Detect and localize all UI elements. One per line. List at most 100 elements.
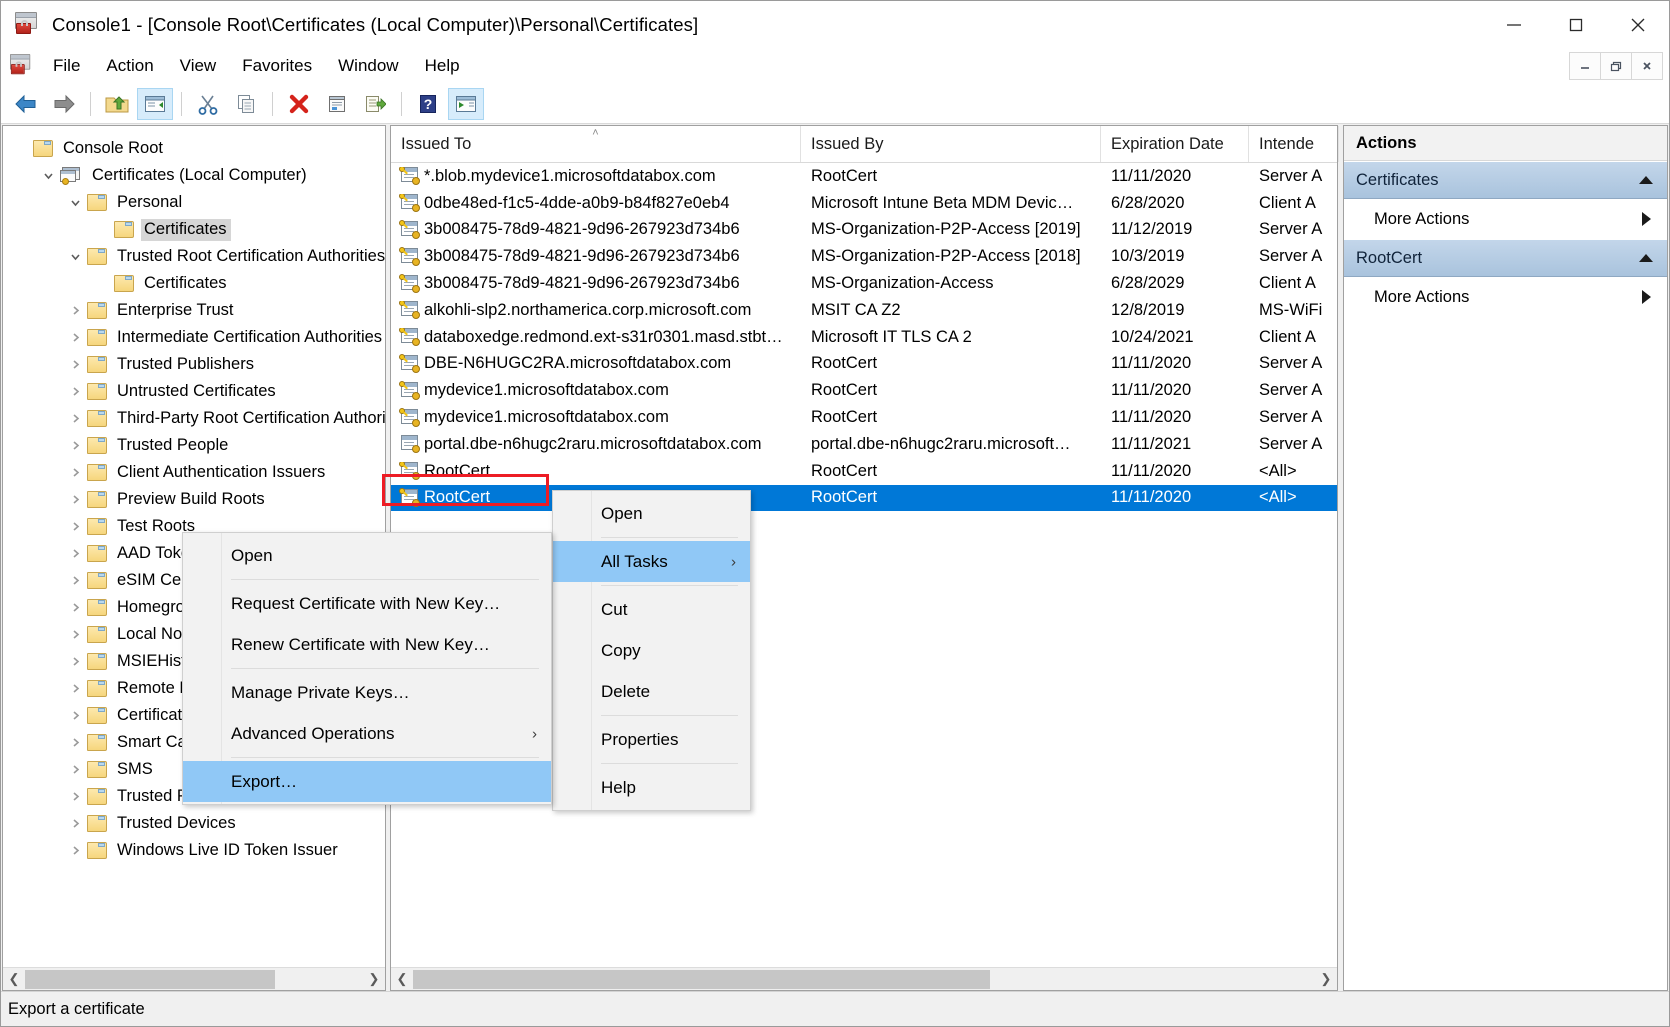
properties-icon[interactable] xyxy=(319,88,355,120)
chevron-right-icon[interactable] xyxy=(63,297,87,324)
tree-node[interactable]: Preview Build Roots xyxy=(3,486,385,513)
chevron-right-icon[interactable] xyxy=(63,594,87,621)
actions-group-certificates[interactable]: Certificates xyxy=(1344,161,1667,199)
tree-scroll-track[interactable] xyxy=(25,968,363,990)
list-scroll-track[interactable] xyxy=(413,968,1315,990)
menu-favorites[interactable]: Favorites xyxy=(229,48,325,84)
actions-rootcert-more-actions[interactable]: More Actions xyxy=(1344,277,1667,317)
chevron-right-icon[interactable] xyxy=(63,513,87,540)
table-row[interactable]: mydevice1.microsoftdatabox.com RootCert 11… xyxy=(391,377,1337,404)
column-header[interactable]: Intende xyxy=(1249,126,1339,162)
table-row[interactable]: RootCert RootCert 11/11/2020 <All> xyxy=(391,458,1337,485)
tree-node[interactable]: Third-Party Root Certification Authoriti… xyxy=(3,405,385,432)
tree-horizontal-scrollbar[interactable]: ❮ ❯ xyxy=(3,967,385,990)
back-icon[interactable] xyxy=(8,88,44,120)
tree-scroll-thumb[interactable] xyxy=(25,969,276,989)
mdi-close-button[interactable] xyxy=(1631,52,1663,80)
up-one-level-icon[interactable] xyxy=(99,88,135,120)
table-row[interactable]: alkohli-slp2.northamerica.corp.microsoft… xyxy=(391,297,1337,324)
certificate-context-menu[interactable]: Open All Tasks › Cut Copy Delete Properties Hel… xyxy=(552,490,751,811)
menu-window[interactable]: Window xyxy=(325,48,411,84)
chevron-right-icon[interactable] xyxy=(63,540,87,567)
tree-node[interactable]: Certificates xyxy=(3,216,385,243)
table-row[interactable]: 3b008475-78d9-4821-9d96-267923d734b6 MS-O… xyxy=(391,243,1337,270)
menu-file[interactable]: File xyxy=(40,48,93,84)
chevron-down-icon[interactable] xyxy=(36,162,60,189)
tree-node[interactable]: Trusted Devices xyxy=(3,810,385,837)
chevron-right-icon[interactable] xyxy=(63,486,87,513)
column-header[interactable]: Issued By xyxy=(801,126,1101,162)
chevron-right-icon[interactable] xyxy=(63,675,87,702)
menu-view[interactable]: View xyxy=(167,48,230,84)
chevron-right-icon[interactable] xyxy=(63,324,87,351)
chevron-right-icon[interactable] xyxy=(63,621,87,648)
menu-help[interactable]: Help xyxy=(412,48,473,84)
context-menu-item[interactable]: Cut xyxy=(553,589,750,630)
chevron-down-icon[interactable] xyxy=(63,189,87,216)
scroll-right-icon[interactable]: ❯ xyxy=(363,969,385,990)
table-row[interactable]: 0dbe48ed-f1c5-4dde-a0b9-b84f827e0eb4 Micr… xyxy=(391,190,1337,217)
export-list-icon[interactable] xyxy=(357,88,393,120)
context-menu-item[interactable]: Renew Certificate with New Key… xyxy=(183,624,551,665)
chevron-up-icon[interactable] xyxy=(1639,254,1653,262)
mdi-restore-button[interactable] xyxy=(1600,52,1632,80)
table-row[interactable]: 3b008475-78d9-4821-9d96-267923d734b6 MS-O… xyxy=(391,217,1337,244)
close-button[interactable] xyxy=(1607,1,1669,48)
tree-node[interactable]: Trusted People xyxy=(3,432,385,459)
context-menu-item[interactable]: Help xyxy=(553,767,750,808)
tree-node[interactable]: Untrusted Certificates xyxy=(3,378,385,405)
scroll-left-icon[interactable]: ❮ xyxy=(391,969,413,990)
context-menu-item[interactable]: Export… xyxy=(183,761,551,802)
table-row[interactable]: RootCert RootCert 11/11/2020 <All> xyxy=(391,484,1337,512)
delete-icon[interactable] xyxy=(281,88,317,120)
chevron-right-icon[interactable] xyxy=(63,756,87,783)
chevron-right-icon[interactable] xyxy=(63,351,87,378)
tree-node[interactable]: Windows Live ID Token Issuer xyxy=(3,837,385,864)
copy-icon[interactable] xyxy=(228,88,264,120)
context-menu-item[interactable]: Delete xyxy=(553,671,750,712)
context-menu-item[interactable]: Manage Private Keys… xyxy=(183,672,551,713)
scroll-right-icon[interactable]: ❯ xyxy=(1315,969,1337,990)
minimize-button[interactable] xyxy=(1483,1,1545,48)
resize-grip-icon[interactable] xyxy=(1645,998,1667,1020)
chevron-up-icon[interactable] xyxy=(1639,176,1653,184)
tree-node[interactable]: Trusted Root Certification Authorities xyxy=(3,243,385,270)
forward-icon[interactable] xyxy=(46,88,82,120)
tree-node[interactable]: Trusted Publishers xyxy=(3,351,385,378)
context-menu-item[interactable]: Request Certificate with New Key… xyxy=(183,583,551,624)
context-menu-item[interactable]: All Tasks › xyxy=(553,541,750,582)
scroll-left-icon[interactable]: ❮ xyxy=(3,969,25,990)
chevron-right-icon[interactable] xyxy=(63,729,87,756)
chevron-right-icon[interactable] xyxy=(1642,212,1651,226)
chevron-right-icon[interactable] xyxy=(63,783,87,810)
menu-action[interactable]: Action xyxy=(93,48,166,84)
chevron-right-icon[interactable] xyxy=(63,405,87,432)
chevron-right-icon[interactable] xyxy=(63,702,87,729)
chevron-right-icon[interactable] xyxy=(63,567,87,594)
maximize-button[interactable] xyxy=(1545,1,1607,48)
table-row[interactable]: mydevice1.microsoftdatabox.com RootCert 11… xyxy=(391,404,1337,431)
list-scroll-thumb[interactable] xyxy=(413,969,991,989)
list-horizontal-scrollbar[interactable]: ❮ ❯ xyxy=(391,967,1337,990)
table-row[interactable]: DBE-N6HUGC2RA.microsoftdatabox.com RootCe… xyxy=(391,351,1337,378)
tree-node[interactable]: Client Authentication Issuers xyxy=(3,459,385,486)
context-menu-item[interactable]: Open xyxy=(183,535,551,576)
chevron-down-icon[interactable] xyxy=(63,243,87,270)
table-row[interactable]: 3b008475-78d9-4821-9d96-267923d734b6 MS-O… xyxy=(391,270,1337,297)
show-action-pane-icon[interactable] xyxy=(448,88,484,120)
table-row[interactable]: databoxedge.redmond.ext-s31r0301.masd.st… xyxy=(391,324,1337,351)
chevron-right-icon[interactable] xyxy=(63,837,87,864)
column-header[interactable]: ˄ Issued To xyxy=(391,126,801,162)
chevron-right-icon[interactable] xyxy=(63,810,87,837)
tree-node[interactable]: Personal xyxy=(3,189,385,216)
table-row[interactable]: portal.dbe-n6hugc2raru.microsoftdatabox.… xyxy=(391,431,1337,458)
cut-icon[interactable] xyxy=(190,88,226,120)
actions-group-rootcert[interactable]: RootCert xyxy=(1344,239,1667,277)
tree-node[interactable]: Certificates (Local Computer) xyxy=(3,162,385,189)
mdi-minimize-button[interactable] xyxy=(1569,52,1601,80)
chevron-right-icon[interactable] xyxy=(63,378,87,405)
actions-certificates-more-actions[interactable]: More Actions xyxy=(1344,199,1667,239)
tree-node[interactable]: Certificates xyxy=(3,270,385,297)
context-menu-item[interactable]: Advanced Operations › xyxy=(183,713,551,754)
chevron-right-icon[interactable] xyxy=(1642,290,1651,304)
